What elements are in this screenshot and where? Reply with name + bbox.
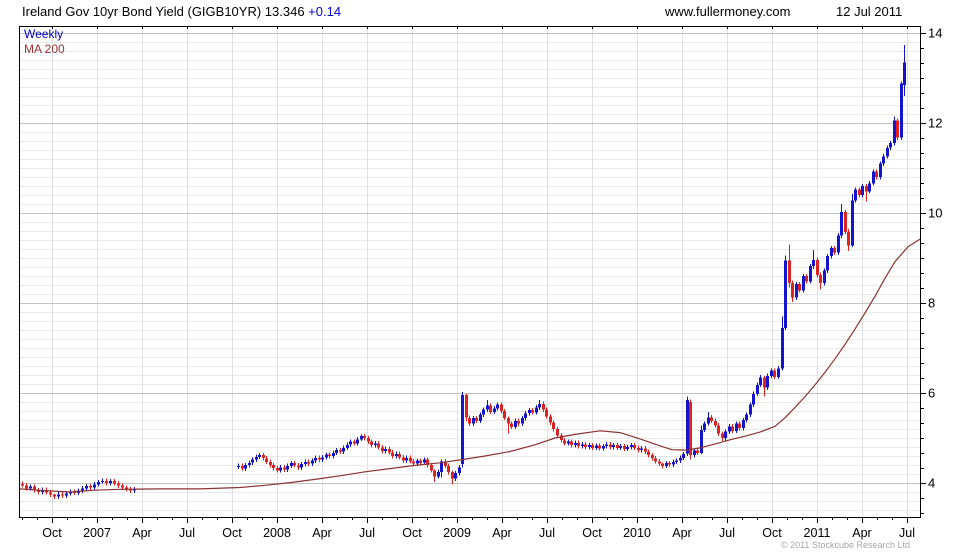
x-axis-label: 2011 bbox=[804, 526, 831, 540]
x-axis-label: Oct bbox=[42, 526, 62, 540]
x-axis-label: Jul bbox=[359, 526, 375, 540]
x-axis-label: Apr bbox=[132, 526, 151, 540]
legend-weekly: Weekly bbox=[24, 27, 64, 41]
x-axis-label: 2009 bbox=[443, 526, 471, 540]
y-axis-label: 4 bbox=[928, 476, 935, 491]
x-axis-label: Oct bbox=[222, 526, 242, 540]
x-axis-label: Jul bbox=[179, 526, 195, 540]
x-axis-label: Jul bbox=[899, 526, 915, 540]
copyright-notice: © 2011 Stockcube Research Ltd bbox=[780, 540, 910, 550]
legend-ma200: MA 200 bbox=[24, 42, 65, 56]
y-axis-label: 8 bbox=[928, 296, 935, 311]
x-axis-label: 2010 bbox=[623, 526, 651, 540]
x-axis-label: Apr bbox=[852, 526, 871, 540]
x-axis-label: Apr bbox=[492, 526, 511, 540]
x-axis-label: 2008 bbox=[263, 526, 291, 540]
x-axis-label: Jul bbox=[719, 526, 735, 540]
x-axis-label: Oct bbox=[762, 526, 782, 540]
x-axis-label: 2007 bbox=[83, 526, 111, 540]
chart-window: Ireland Gov 10yr Bond Yield (GIGB10YR) 1… bbox=[0, 0, 960, 560]
x-axis-label: Oct bbox=[582, 526, 602, 540]
y-axis-label: 6 bbox=[928, 386, 935, 401]
y-axis-labels: 4 6 8 10 12 14 bbox=[928, 26, 942, 491]
x-axis-label: Apr bbox=[672, 526, 691, 540]
candles-layer bbox=[21, 45, 906, 500]
x-axis-label: Apr bbox=[312, 526, 331, 540]
x-axis-labels: Oct 2007 Apr Jul Oct 2008 Apr Jul Oct 2009 Apr Jul O… bbox=[42, 526, 915, 540]
y-axis-label: 12 bbox=[928, 116, 942, 131]
x-axis-label: Oct bbox=[402, 526, 422, 540]
y-axis-label: 10 bbox=[928, 206, 942, 221]
y-axis-label: 14 bbox=[928, 26, 942, 41]
price-chart: Oct 2007 Apr Jul Oct 2008 Apr Jul Oct 2009 Apr Jul O… bbox=[19, 26, 942, 540]
x-axis-label: Jul bbox=[539, 526, 555, 540]
